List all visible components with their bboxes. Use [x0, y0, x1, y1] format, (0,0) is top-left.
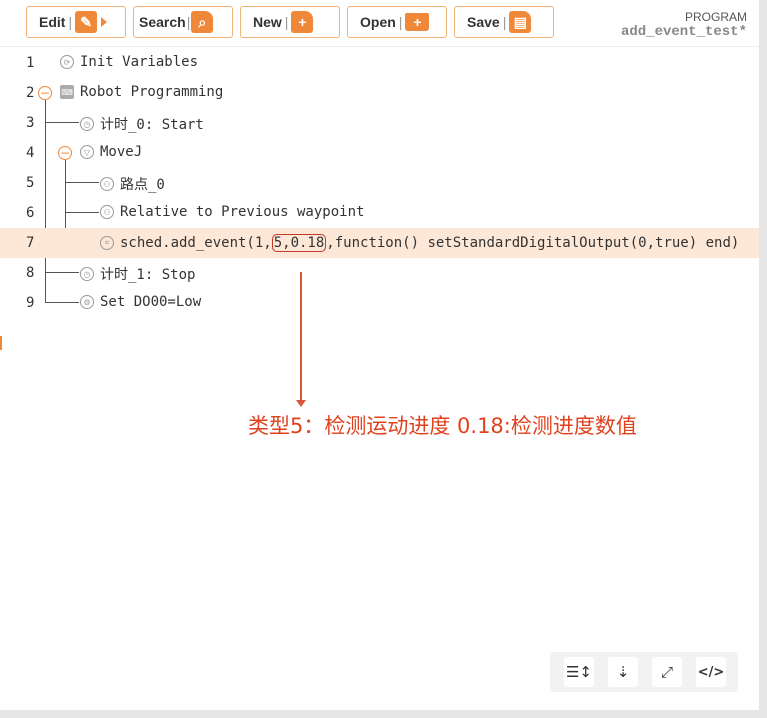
expand-icon[interactable]: ⤢ — [652, 657, 682, 687]
edit-button-label: Edit — [39, 14, 66, 30]
tree-row[interactable]: 2 − ⌨ Robot Programming — [0, 78, 760, 108]
set-gear-icon: ⚙ — [80, 295, 94, 309]
view-tools: ☰↕ ⇣ ⤢ </> — [550, 652, 738, 692]
script-icon: ⌗ — [100, 236, 114, 250]
collapse-icon[interactable]: − — [58, 146, 72, 160]
toolbar-divider — [0, 46, 760, 47]
tree-row[interactable]: 3 ◷ 计时_0: Start — [0, 108, 760, 138]
movej-icon: ▽ — [80, 145, 94, 159]
caret-right-icon — [101, 17, 108, 27]
toolbar: Edit | ✎ Search | ⌕ New | + Open | + Sav… — [0, 0, 767, 46]
highlighted-params: 5,0.18 — [271, 234, 327, 252]
pencil-icon: ✎ — [75, 11, 98, 33]
collapse-all-icon[interactable]: ⇣ — [608, 657, 638, 687]
collapse-icon[interactable]: − — [38, 86, 52, 100]
tree-row[interactable]: 1 ⟳ Init Variables — [0, 48, 760, 78]
annotation-arrow — [300, 272, 302, 402]
relative-waypoint-icon: ⚇ — [100, 205, 114, 219]
init-icon: ⟳ — [60, 55, 74, 69]
edit-button[interactable]: Edit | ✎ — [26, 6, 126, 38]
horizontal-scrollbar[interactable] — [0, 710, 767, 718]
annotation-text: 类型5：检测运动进度 0.18:检测进度数值 — [248, 414, 637, 438]
tree-row[interactable]: 8 ◷ 计时_1: Stop — [0, 258, 760, 288]
tree-row[interactable]: 9 ⚙ Set DO00=Low — [0, 288, 760, 318]
search-button-label: Search — [139, 14, 186, 30]
program-name: add_event_test* — [620, 24, 747, 40]
tree-row-selected[interactable]: 7 ⌗ sched.add_event(1, 5,0.18 ,function() … — [0, 228, 760, 258]
search-doc-icon: ⌕ — [191, 11, 214, 33]
new-button[interactable]: New | + — [240, 6, 340, 38]
search-button[interactable]: Search | ⌕ — [133, 6, 233, 38]
left-edge-marker — [0, 336, 2, 350]
timer-icon: ◷ — [80, 117, 94, 131]
tree-row[interactable]: 6 ⚇ Relative to Previous waypoint — [0, 198, 760, 228]
new-button-label: New — [253, 14, 282, 30]
save-button-label: Save — [467, 14, 500, 30]
waypoint-icon: ⚇ — [100, 177, 114, 191]
save-button[interactable]: Save | ▤ — [454, 6, 554, 38]
tree-row[interactable]: 4 − ▽ MoveJ — [0, 138, 760, 168]
open-button[interactable]: Open | + — [347, 6, 447, 38]
program-label: PROGRAM — [684, 10, 747, 24]
new-file-icon: + — [291, 11, 314, 33]
folder-icon: + — [405, 13, 430, 31]
tree-row[interactable]: 5 ⚇ 路点_0 — [0, 168, 760, 198]
vertical-scrollbar[interactable] — [759, 0, 767, 718]
timer-icon: ◷ — [80, 267, 94, 281]
program-icon: ⌨ — [60, 85, 74, 99]
sort-lines-icon[interactable]: ☰↕ — [564, 657, 594, 687]
code-view-icon[interactable]: </> — [696, 657, 726, 687]
annotation-arrow-head — [296, 400, 306, 407]
save-file-icon: ▤ — [509, 11, 532, 33]
open-button-label: Open — [360, 14, 396, 30]
